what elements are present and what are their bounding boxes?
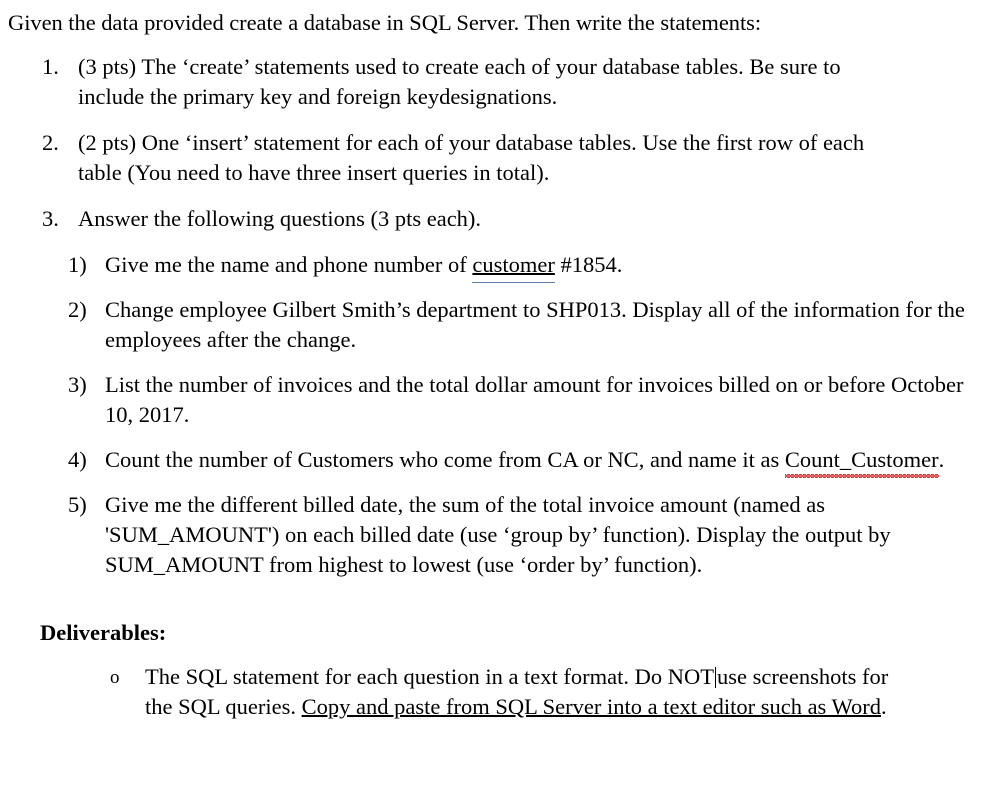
question-marker: 5)	[68, 492, 87, 517]
deliverable-underlined-segment: Copy and paste from SQL Server into a te…	[301, 694, 881, 719]
question-item: 3) List the number of invoices and the t…	[0, 370, 1000, 430]
questions-list: 1) Give me the name and phone number of …	[0, 250, 1000, 580]
question-item: 1) Give me the name and phone number of …	[0, 250, 1000, 280]
deliverables-heading: Deliverables:	[40, 620, 167, 645]
circle-bullet-icon: o	[110, 667, 120, 688]
question-text: Change employee Gilbert Smith’s departme…	[105, 297, 965, 352]
question-text: Count the number of Customers who come f…	[105, 445, 975, 478]
question-text: List the number of invoices and the tota…	[105, 372, 964, 427]
question-item: 5) Give me the different billed date, th…	[0, 490, 1000, 580]
question-text-segment: #1854.	[554, 252, 623, 277]
list-item: o The SQL statement for each question in…	[0, 662, 1000, 722]
question-marker: 3)	[68, 372, 87, 397]
question-text-segment: .	[938, 447, 945, 472]
list-marker: 1.	[42, 54, 59, 79]
deliverable-text: The SQL statement for each question in a…	[145, 662, 905, 722]
question-item: 2) Change employee Gilbert Smith’s depar…	[0, 295, 1000, 355]
list-item: 1. (3 pts) The ‘create’ statements used …	[0, 52, 1000, 112]
list-item-text: (3 pts) The ‘create’ statements used to …	[78, 54, 841, 109]
question-marker: 4)	[68, 447, 87, 472]
list-item: 3. Answer the following questions (3 pts…	[0, 204, 1000, 234]
spelling-flagged-word: Count_Customer	[784, 445, 939, 478]
list-item-text: (2 pts) One ‘insert’ statement for each …	[78, 130, 865, 185]
question-text: Give me the different billed date, the s…	[105, 492, 891, 577]
grammar-flagged-word: customer	[472, 252, 555, 277]
question-marker: 1)	[68, 252, 87, 277]
intro-paragraph: Given the data provided create a databas…	[8, 10, 762, 35]
text-cursor-caret	[715, 667, 717, 688]
list-item: 2. (2 pts) One ‘insert’ statement for ea…	[0, 128, 1000, 188]
main-numbered-list: 1. (3 pts) The ‘create’ statements used …	[0, 52, 1000, 234]
question-marker: 2)	[68, 297, 87, 322]
deliverables-list: o The SQL statement for each question in…	[0, 662, 1000, 722]
document-page: Given the data provided create a databas…	[0, 0, 1000, 793]
question-text-segment: Give me the name and phone number of	[105, 252, 473, 277]
question-text-segment: Count the number of Customers who come f…	[105, 447, 785, 472]
list-marker: 3.	[42, 206, 59, 231]
question-item: 4) Count the number of Customers who com…	[0, 445, 1000, 478]
list-item-text: Answer the following questions (3 pts ea…	[78, 206, 482, 231]
deliverable-segment-3: .	[880, 694, 887, 719]
deliverable-segment-1: The SQL statement for each question in a…	[145, 664, 715, 689]
question-text: Give me the name and phone number of cus…	[105, 250, 975, 280]
list-marker: 2.	[42, 130, 59, 155]
